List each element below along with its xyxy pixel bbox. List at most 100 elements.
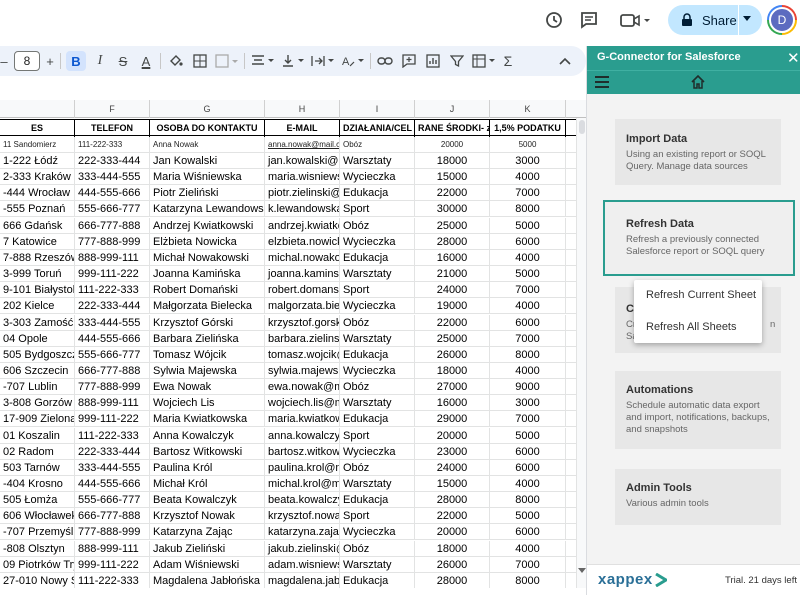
refresh-data-card[interactable]: Refresh Data Refresh a previously connec… (603, 200, 795, 276)
table-cell[interactable]: 777-888-999 (75, 379, 150, 396)
table-cell[interactable]: 4000 (490, 298, 566, 315)
table-cell[interactable]: 26000 (415, 346, 490, 363)
table-cell[interactable]: 15000 (415, 476, 490, 492)
table-cell[interactable]: 999-111-222 (75, 556, 150, 573)
table-cell[interactable]: 28000 (415, 572, 490, 589)
table-cell[interactable]: 3000 (490, 153, 566, 169)
table-cell[interactable]: Piotr Zieliński (150, 185, 265, 202)
table-cell[interactable]: 503 Tarnów (0, 459, 75, 476)
table-cell[interactable]: 17-909 Zielona G (0, 411, 75, 428)
table-cell[interactable]: Obóz (340, 379, 415, 396)
table-cell[interactable]: Sport (340, 282, 415, 299)
horizontal-scrollbar[interactable] (0, 588, 586, 595)
table-cell[interactable]: ewa.nowak@mai (265, 379, 340, 396)
table-cell[interactable]: jan.kowalski@mail (265, 153, 340, 169)
table-cell[interactable]: Małgorzata Bielecka (150, 298, 265, 315)
comment-icon[interactable] (578, 9, 600, 31)
table-cell[interactable]: 111-222-333 (75, 427, 150, 444)
table-cell[interactable]: sylwia.majewska (265, 362, 340, 379)
bold-button[interactable]: B (66, 51, 86, 71)
table-cell[interactable]: joanna.kaminska (265, 266, 340, 283)
table-cell[interactable]: 7000 (490, 282, 566, 299)
horizontal-align-icon[interactable] (250, 51, 276, 71)
table-cell[interactable]: Wycieczka (340, 443, 415, 460)
table-cell[interactable]: Adam Wiśniewski (150, 556, 265, 573)
table-cell[interactable]: 16000 (415, 395, 490, 412)
table-cell[interactable]: Edukacja (340, 185, 415, 202)
borders-icon[interactable] (190, 51, 210, 71)
column-header[interactable]: G (150, 100, 265, 118)
table-cell[interactable]: Obóz (340, 314, 415, 331)
column-header[interactable]: K (490, 100, 566, 118)
table-cell[interactable]: 11 Sandomierz (0, 137, 75, 153)
share-dropdown-icon[interactable] (743, 16, 751, 21)
table-cell[interactable]: Edukacja (340, 411, 415, 428)
table-cell[interactable]: 28000 (415, 233, 490, 250)
table-cell[interactable]: Obóz (340, 540, 415, 557)
table-cell[interactable]: anna.kowalczyk (265, 427, 340, 444)
column-header[interactable]: I (340, 100, 415, 118)
table-cell[interactable]: 222-333-444 (75, 298, 150, 315)
table-cell[interactable]: andrzej.kwiatkow (265, 217, 340, 234)
scroll-thumb[interactable] (579, 120, 585, 134)
home-icon[interactable] (690, 74, 706, 90)
header-cell[interactable]: E-MAIL (265, 120, 340, 137)
table-cell[interactable]: beata.kowalczyk (265, 492, 340, 509)
table-cell[interactable]: Jan Kowalski (150, 153, 265, 169)
table-cell[interactable]: Michał Nowakowski (150, 249, 265, 266)
table-cell[interactable]: bartosz.witkows (265, 443, 340, 460)
table-cell[interactable]: Wojciech Lis (150, 395, 265, 412)
table-cell[interactable]: Katarzyna Lewandowska (150, 201, 265, 218)
table-cell[interactable]: Paulina Król (150, 459, 265, 476)
table-cell[interactable]: tomasz.wojcik@ (265, 346, 340, 363)
table-cell[interactable]: 02 Radom (0, 443, 75, 460)
table-cell[interactable]: 5000 (490, 427, 566, 444)
table-cell[interactable]: 5000 (490, 217, 566, 234)
header-cell[interactable]: OSOBA DO KONTAKTU (150, 120, 265, 137)
table-cell[interactable]: 333-444-555 (75, 314, 150, 331)
insert-chart-icon[interactable] (423, 51, 443, 71)
table-cell[interactable]: -555 Poznań (0, 201, 75, 218)
header-cell[interactable]: RANE ŚRODKI- zbi (415, 120, 490, 137)
table-cell[interactable]: Elżbieta Nowicka (150, 233, 265, 250)
table-cell[interactable]: 22000 (415, 185, 490, 202)
table-cell[interactable]: 24000 (415, 282, 490, 299)
fill-color-icon[interactable] (166, 51, 186, 71)
table-cell[interactable]: 27-010 Nowy Sąc (0, 572, 75, 589)
table-cell[interactable]: 9000 (490, 379, 566, 396)
table-cell[interactable]: Sport (340, 201, 415, 218)
table-cell[interactable]: Sport (340, 427, 415, 444)
table-cell[interactable]: Katarzyna Zając (150, 524, 265, 541)
table-cell[interactable]: 777-888-999 (75, 233, 150, 250)
table-cell[interactable]: 444-555-666 (75, 185, 150, 202)
text-color-button[interactable]: A (136, 51, 156, 71)
table-cell[interactable]: Warsztaty (340, 476, 415, 492)
table-cell[interactable]: 111-222-333 (75, 282, 150, 299)
table-cell[interactable]: 666-777-888 (75, 217, 150, 234)
table-cell[interactable]: 555-666-777 (75, 201, 150, 218)
header-cell[interactable]: 1,5% PODATKU (490, 120, 566, 137)
table-cell[interactable]: 4000 (490, 249, 566, 266)
table-cell[interactable]: k.lewandowska@ (265, 201, 340, 218)
table-cell[interactable]: 20000 (415, 524, 490, 541)
table-cell[interactable]: 666-777-888 (75, 362, 150, 379)
table-cell[interactable]: 7 Katowice (0, 233, 75, 250)
table-cell[interactable]: Warsztaty (340, 330, 415, 347)
table-cell[interactable]: 28000 (415, 492, 490, 509)
refresh-current-sheet-item[interactable]: Refresh Current Sheet (646, 289, 756, 301)
table-cell[interactable]: katarzyna.zajac (265, 524, 340, 541)
table-cell[interactable]: 3-303 Zamość (0, 314, 75, 331)
table-cell[interactable]: 7000 (490, 185, 566, 202)
table-cell[interactable]: 20000 (415, 137, 490, 153)
table-cell[interactable]: 999-111-222 (75, 411, 150, 428)
table-cell[interactable]: Ewa Nowak (150, 379, 265, 396)
table-cell[interactable]: 999-111-222 (75, 266, 150, 283)
table-cell[interactable]: Magdalena Jabłońska (150, 572, 265, 589)
vertical-align-icon[interactable] (280, 51, 306, 71)
header-cell[interactable]: ES (0, 120, 75, 137)
table-cell[interactable]: Sport (340, 508, 415, 525)
table-cell[interactable]: 777-888-999 (75, 524, 150, 541)
table-cell[interactable]: piotr.zielinski@m (265, 185, 340, 202)
table-cell[interactable]: 8000 (490, 572, 566, 589)
table-cell[interactable]: krzysztof.nowak (265, 508, 340, 525)
